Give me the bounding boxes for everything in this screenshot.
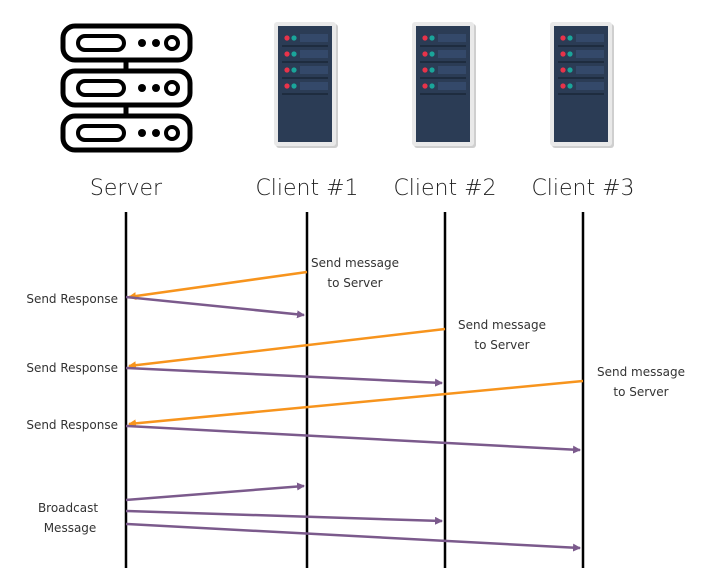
arrow-broadcast-server-to-client2 [125, 509, 443, 525]
note-send-response-2: Send Response [26, 361, 118, 375]
arrow-request-client2-to-server [128, 327, 446, 370]
sequence-diagram: Server Client #1 Client #2 Client #3 Sen… [26, 22, 685, 568]
arrow-response-server-to-client2 [125, 366, 443, 387]
arrow-request-client3-to-server [128, 379, 584, 428]
arrow-response-server-to-client1 [125, 295, 305, 319]
arrow-request-client1-to-server [128, 270, 308, 300]
note-send-message-3-line1: Send message [597, 365, 685, 379]
arrow-broadcast-server-to-client1 [125, 482, 305, 502]
arrow-broadcast-server-to-client3 [125, 522, 581, 552]
note-send-message-2-line1: Send message [458, 318, 546, 332]
note-send-message-2-line2: to Server [474, 338, 529, 352]
participant-label-client1: Client #1 [255, 176, 358, 201]
participant-label-server: Server [90, 176, 163, 201]
note-send-message-3-line2: to Server [613, 385, 668, 399]
note-broadcast-line2: Message [44, 521, 97, 535]
arrow-response-server-to-client3 [125, 424, 581, 454]
note-broadcast-line1: Broadcast [38, 501, 98, 515]
participant-label-client3: Client #3 [531, 176, 634, 201]
server-rack-icon [550, 22, 614, 148]
note-send-message-1-line1: Send message [311, 256, 399, 270]
server-rack-icon [412, 22, 476, 148]
server-outline-icon [60, 23, 193, 153]
server-rack-icon [274, 22, 338, 148]
note-send-response-1: Send Response [26, 292, 118, 306]
note-send-response-3: Send Response [26, 418, 118, 432]
note-send-message-1-line2: to Server [327, 276, 382, 290]
participant-label-client2: Client #2 [393, 176, 496, 201]
